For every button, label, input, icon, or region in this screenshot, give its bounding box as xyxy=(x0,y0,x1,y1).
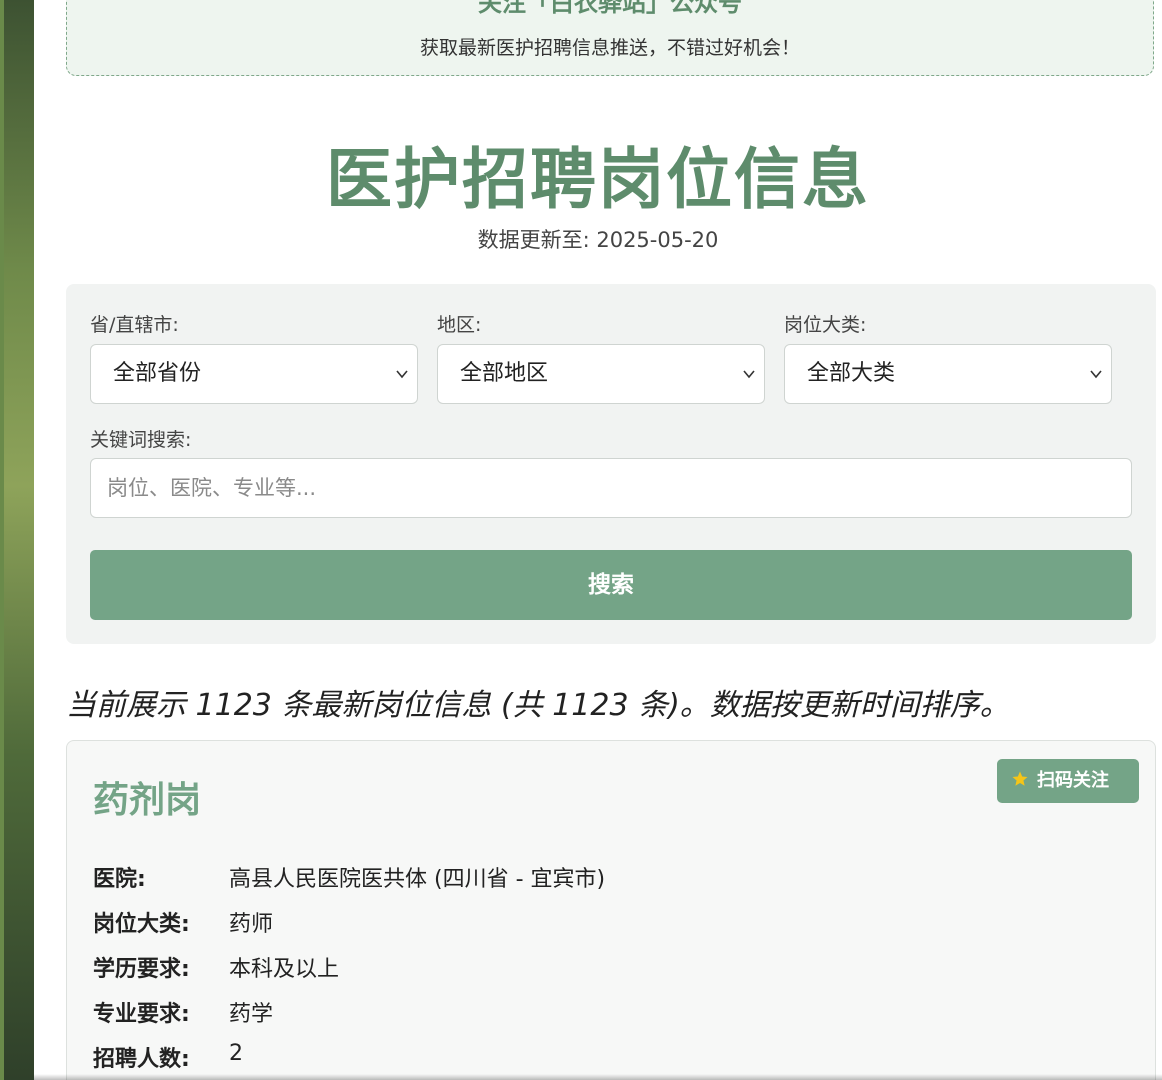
field-key: 医院: xyxy=(93,867,146,892)
chevron-down-icon xyxy=(743,370,755,379)
page: 关注「白衣驿站」公众号 获取最新医护招聘信息推送，不错过好机会！ 医护招聘岗位信… xyxy=(34,0,1162,1080)
desktop-background xyxy=(0,0,34,1080)
scan-follow-label: 扫码关注 xyxy=(1037,770,1109,791)
field-value: 药师 xyxy=(229,912,274,937)
field-key: 招聘人数: xyxy=(93,1047,190,1072)
job-title: 药剂岗 xyxy=(93,780,202,821)
keyword-search-input[interactable]: 岗位、医院、专业等... xyxy=(90,458,1132,518)
field-value: 药学 xyxy=(229,1002,274,1027)
page-title: 医护招聘岗位信息 xyxy=(326,141,870,218)
category-select[interactable]: 全部大类 xyxy=(784,344,1112,404)
category-label: 岗位大类: xyxy=(784,314,867,336)
region-label: 地区: xyxy=(437,314,482,336)
province-select-value: 全部省份 xyxy=(113,361,202,386)
province-select[interactable]: 全部省份 xyxy=(90,344,418,404)
category-select-value: 全部大类 xyxy=(807,361,896,386)
field-value: 本科及以上 xyxy=(229,957,340,982)
star-icon xyxy=(1012,771,1028,786)
region-select-value: 全部地区 xyxy=(460,361,549,386)
scan-follow-button[interactable]: 扫码关注 xyxy=(997,759,1139,803)
field-key: 专业要求: xyxy=(93,1002,190,1027)
update-date: 数据更新至: 2025-05-20 xyxy=(477,228,719,252)
field-value: 2 xyxy=(229,1041,243,1066)
banner-title: 关注「白衣驿站」公众号 xyxy=(478,0,742,17)
filter-panel: 省/直辖市: 地区: 岗位大类: 全部省份 全部地区 全部大类 关键词搜索: 岗… xyxy=(66,284,1156,644)
wechat-banner: 关注「白衣驿站」公众号 获取最新医护招聘信息推送，不错过好机会！ xyxy=(66,0,1154,76)
region-select[interactable]: 全部地区 xyxy=(437,344,765,404)
chevron-down-icon xyxy=(1090,370,1102,379)
chevron-down-icon xyxy=(396,370,408,379)
banner-text: 获取最新医护招聘信息推送，不错过好机会！ xyxy=(419,37,800,59)
province-label: 省/直辖市: xyxy=(90,314,179,336)
field-key: 岗位大类: xyxy=(93,912,190,937)
job-card: 药剂岗 扫码关注 医院: 高县人民医院医共体 (四川省 - 宜宾市) 岗位大类:… xyxy=(66,740,1156,1080)
search-button[interactable]: 搜索 xyxy=(90,550,1132,620)
keyword-placeholder: 岗位、医院、专业等... xyxy=(107,476,317,500)
window-bottom-edge xyxy=(34,1074,1162,1080)
field-value: 高县人民医院医共体 (四川省 - 宜宾市) xyxy=(229,867,606,892)
desktop-background-edge xyxy=(0,0,4,1080)
keyword-label: 关键词搜索: xyxy=(90,429,192,451)
results-summary: 当前展示 1123 条最新岗位信息 (共 1123 条)。数据按更新时间排序。 xyxy=(66,688,1010,723)
field-key: 学历要求: xyxy=(93,957,190,982)
